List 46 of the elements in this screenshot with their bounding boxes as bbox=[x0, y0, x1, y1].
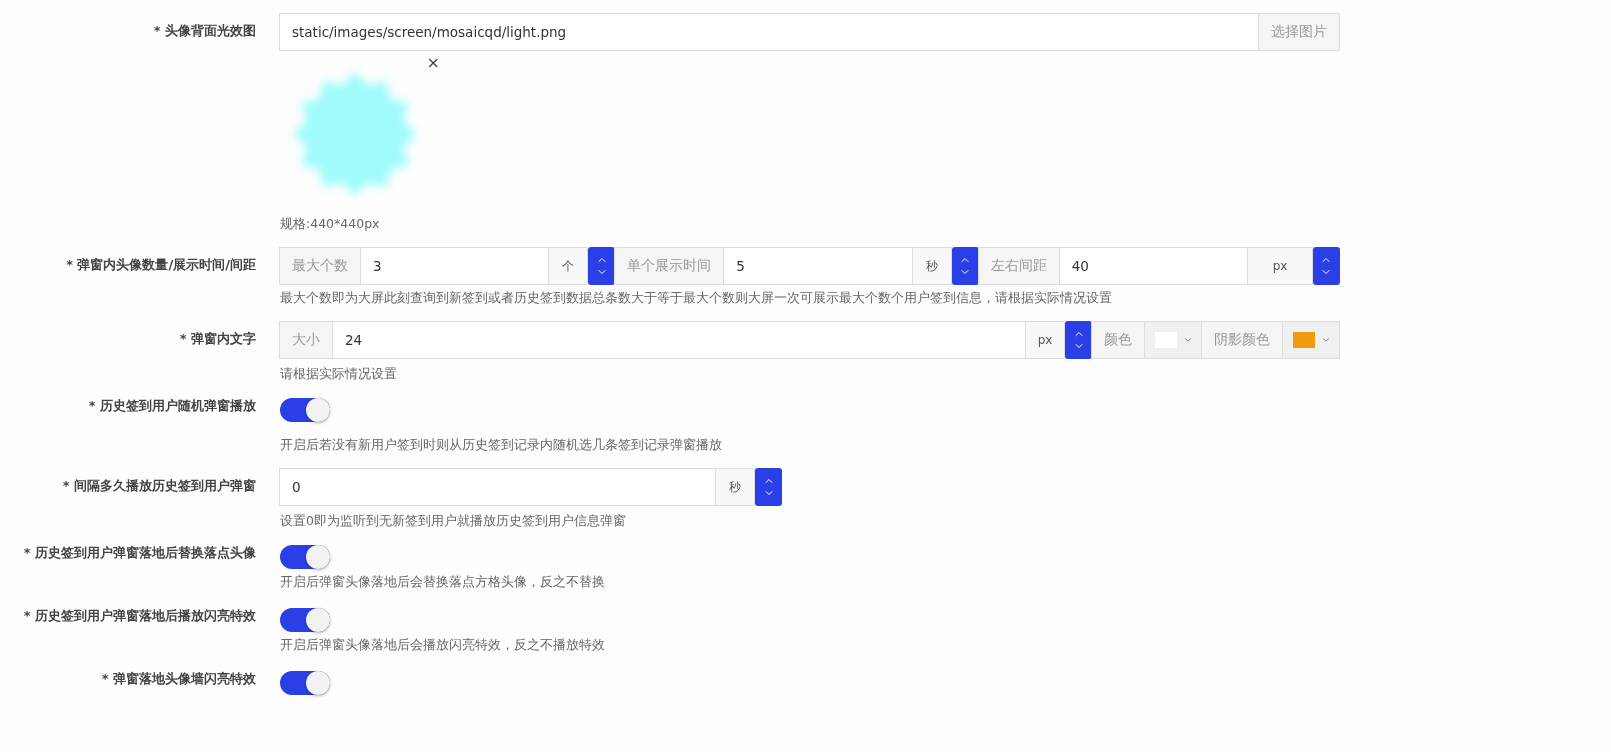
toggle-switch[interactable] bbox=[280, 545, 330, 569]
spinner-button[interactable] bbox=[1313, 247, 1340, 285]
unit-label: 秒 bbox=[911, 247, 952, 285]
number-input[interactable]: 5 bbox=[723, 247, 913, 285]
hint-text: 最大个数即为大屏此刻查询到新签到或者历史签到数据总条数大于等于最大个数则大屏一次可展示最大个数个用户签到信息，请根据实际情况设置 bbox=[280, 289, 1113, 307]
color-label: 颜色 bbox=[1091, 321, 1145, 359]
color-picker[interactable] bbox=[1282, 321, 1340, 359]
toggle-switch[interactable] bbox=[280, 671, 330, 695]
number-input[interactable]: 3 bbox=[360, 247, 550, 285]
field-label: * 间隔多久播放历史签到用户弹窗 bbox=[61, 477, 256, 495]
hint-text: 开启后弹窗头像落地后会替换落点方格头像，反之不替换 bbox=[280, 573, 606, 591]
spinner-button[interactable] bbox=[1065, 321, 1092, 359]
hint-text: 请根据实际情况设置 bbox=[280, 365, 398, 383]
caret-icon bbox=[1321, 335, 1331, 345]
color-picker[interactable] bbox=[1144, 321, 1202, 359]
field-label: * 历史签到用户弹窗落地后播放闪亮特效 bbox=[22, 607, 256, 625]
hint-text: 开启后弹窗头像落地后会播放闪亮特效，反之不播放特效 bbox=[280, 636, 606, 654]
hint-text: 规格:440*440px bbox=[280, 215, 381, 233]
field-label: * 弹窗落地头像墙闪亮特效 bbox=[100, 670, 256, 688]
field-label: * 弹窗内文字 bbox=[178, 330, 256, 348]
spinner-button[interactable] bbox=[951, 247, 979, 285]
spinner-button[interactable] bbox=[755, 468, 782, 506]
unit-label: px bbox=[1025, 321, 1065, 359]
color-label: 阴影颜色 bbox=[1201, 321, 1283, 359]
hint-text: 设置0即为监听到无新签到用户就播放历史签到用户信息弹窗 bbox=[280, 512, 627, 530]
field-prefix: 单个展示时间 bbox=[614, 247, 725, 285]
field-prefix: 最大个数 bbox=[279, 247, 361, 285]
unit-label: 秒 bbox=[715, 468, 755, 506]
field-label: * 历史签到用户随机弹窗播放 bbox=[87, 397, 256, 415]
spinner-button[interactable] bbox=[588, 247, 616, 285]
unit-label: 个 bbox=[548, 247, 589, 285]
unit-label: px bbox=[1247, 247, 1313, 285]
number-input[interactable]: 0 bbox=[279, 468, 716, 506]
number-input[interactable]: 40 bbox=[1058, 247, 1248, 285]
field-label: * 头像背面光效图 bbox=[152, 22, 256, 40]
path-input[interactable]: static/images/screen/mosaicqd/light.png bbox=[279, 13, 1259, 51]
caret-icon bbox=[1183, 335, 1193, 345]
hint-text: 开启后若没有新用户签到时则从历史签到记录内随机选几条签到记录弹窗播放 bbox=[280, 436, 723, 454]
field-prefix: 大小 bbox=[279, 321, 333, 359]
toggle-switch[interactable] bbox=[280, 608, 330, 632]
toggle-switch[interactable] bbox=[280, 398, 330, 422]
field-label: * 弹窗内头像数量/展示时间/间距 bbox=[65, 256, 256, 274]
field-label: * 历史签到用户弹窗落地后替换落点头像 bbox=[22, 544, 256, 562]
number-input[interactable]: 24 bbox=[332, 321, 1026, 359]
remove-image-button[interactable]: × bbox=[426, 53, 440, 72]
field-prefix: 左右间距 bbox=[977, 247, 1060, 285]
